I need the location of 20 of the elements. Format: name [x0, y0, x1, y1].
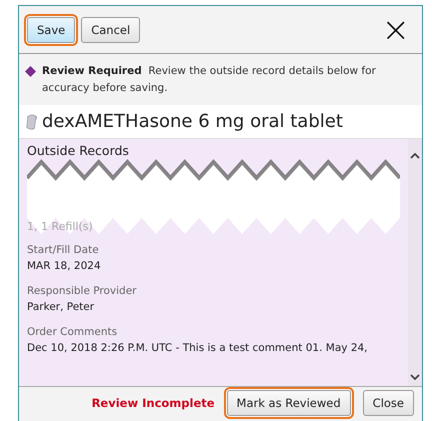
- scroll-down-icon[interactable]: [410, 374, 420, 380]
- diamond-icon: [25, 66, 36, 77]
- cancel-button[interactable]: Cancel: [81, 16, 140, 42]
- medication-name: dexAMETHasone 6 mg oral tablet: [42, 111, 343, 132]
- mark-reviewed-button[interactable]: Mark as Reviewed: [226, 390, 351, 416]
- section-heading: Outside Records: [27, 143, 130, 158]
- close-button[interactable]: ×: [378, 14, 414, 44]
- prescription-icon: [25, 112, 38, 130]
- review-message: Review Required Review the outside record details below for accuracy before saving.: [42, 64, 377, 96]
- review-status: Review Incomplete: [92, 396, 215, 410]
- field-value: Dec 10, 2018 2:26 P.M. UTC - This is a test comment 01. May 24,: [27, 341, 369, 356]
- field-label: Start/Fill Date: [27, 243, 100, 258]
- refill-text: 1, 1 Refill(s): [27, 220, 94, 233]
- field-label: Responsible Provider: [27, 284, 138, 299]
- scrollbar[interactable]: [408, 139, 422, 386]
- field-value: Parker, Peter: [27, 300, 96, 315]
- scroll-up-icon[interactable]: [410, 153, 420, 159]
- field-label: Order Comments: [27, 325, 118, 340]
- field-value: MAR 18, 2024: [27, 259, 102, 274]
- close-button[interactable]: Close: [362, 390, 414, 416]
